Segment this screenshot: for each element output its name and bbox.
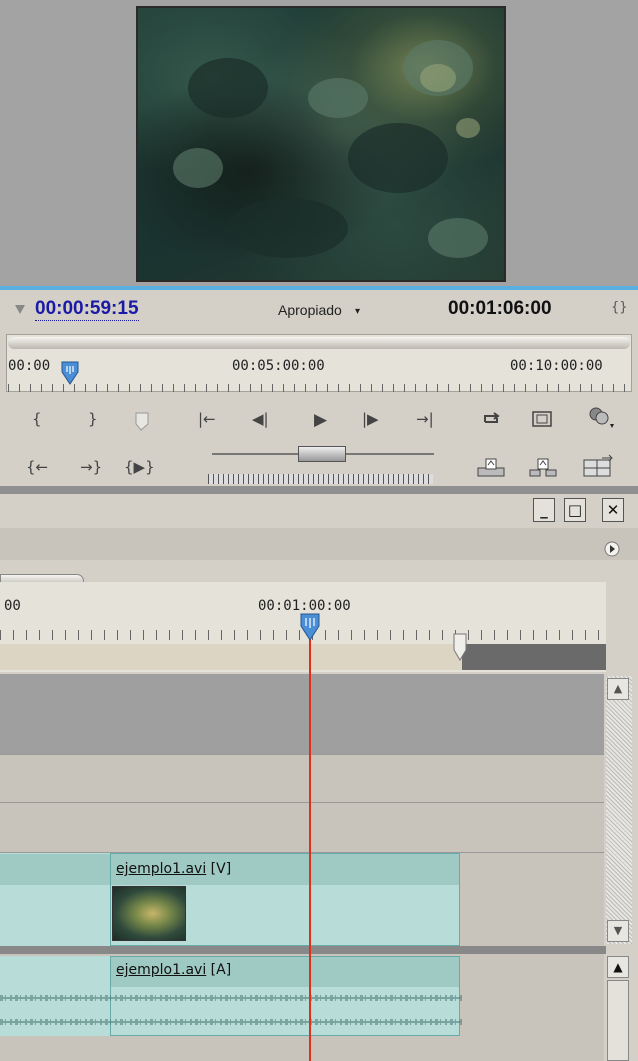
program-monitor-video: [136, 6, 506, 282]
go-to-in-button[interactable]: {←: [26, 458, 48, 476]
audio-waveform: [0, 995, 462, 1025]
audio-clip-label: ejemplo1.avi [A]: [116, 962, 231, 978]
scroll-thumb[interactable]: [607, 980, 629, 1061]
in-out-duration-icon: {}: [611, 300, 628, 315]
set-marker-icon[interactable]: [130, 410, 152, 432]
video-clip-suffix: [V]: [210, 861, 232, 877]
video-track-3[interactable]: [0, 674, 604, 754]
ruler-ticks: [8, 384, 630, 392]
video-clip-label: ejemplo1.avi [V]: [116, 861, 231, 877]
minimize-button[interactable]: _: [533, 498, 555, 522]
audio-clip-suffix: [A]: [210, 962, 232, 978]
work-area-bar[interactable]: [0, 644, 462, 670]
video-track-1-header: [0, 802, 604, 852]
duration-timecode: 00:01:06:00: [448, 298, 552, 319]
extract-icon[interactable]: [528, 456, 558, 480]
monitor-playhead-icon[interactable]: [60, 360, 80, 386]
scroll-up-button[interactable]: ▲: [607, 678, 629, 700]
play-button[interactable]: ▶: [314, 410, 327, 430]
audio-clip-name: ejemplo1.avi: [116, 962, 207, 978]
lift-icon[interactable]: [476, 456, 506, 480]
maximize-button[interactable]: □: [564, 498, 586, 522]
mark-out-button[interactable]: }: [88, 410, 98, 428]
timeline-playhead-line[interactable]: [309, 625, 311, 1061]
video-clip-previous-header: [0, 854, 110, 885]
step-back-button[interactable]: ◀|: [252, 410, 269, 428]
loop-icon[interactable]: [480, 408, 504, 430]
video-track-2[interactable]: [0, 754, 604, 802]
safe-margins-icon[interactable]: [530, 408, 554, 430]
dropdown-arrow-icon[interactable]: ▾: [355, 306, 360, 317]
close-button[interactable]: ✕: [602, 498, 624, 522]
shuttle-control[interactable]: [208, 474, 433, 484]
ruler-label: 00:05:00:00: [232, 358, 325, 374]
viewing-area-bar[interactable]: [8, 337, 630, 349]
work-area-outside: [462, 644, 606, 670]
marker-triangle-icon: [15, 305, 25, 314]
timeline-playhead-icon[interactable]: [299, 612, 321, 642]
current-timecode[interactable]: 00:00:59:15: [35, 298, 139, 321]
video-tracks-scrollbar[interactable]: [606, 676, 632, 944]
mark-in-button[interactable]: {: [32, 410, 42, 428]
go-to-previous-edit-button[interactable]: |←: [198, 410, 216, 428]
jog-handle[interactable]: [298, 446, 346, 462]
scroll-down-button[interactable]: ▼: [607, 920, 629, 942]
step-forward-button[interactable]: |▶: [362, 410, 379, 428]
timeline-toolbar: [0, 560, 606, 582]
video-clip-thumbnail: [112, 886, 186, 941]
trim-icon[interactable]: [582, 454, 614, 480]
timeline-tab-strip: [0, 528, 638, 560]
track-divider: [0, 946, 606, 954]
video-clip-name: ejemplo1.avi: [116, 861, 207, 877]
panel-menu-icon[interactable]: [600, 540, 624, 558]
go-to-out-button[interactable]: →}: [80, 458, 102, 476]
scroll-up-button[interactable]: ▲: [607, 956, 629, 978]
panel-separator: [0, 486, 638, 494]
ruler-label: 00:10:00:00: [510, 358, 603, 374]
ruler-label: 00: [4, 598, 21, 614]
ruler-label: 00:00: [8, 358, 51, 374]
work-area-end-icon[interactable]: [452, 632, 472, 664]
play-in-to-out-button[interactable]: {▶}: [124, 458, 155, 476]
active-panel-highlight: [0, 286, 638, 290]
jog-slider[interactable]: [212, 444, 434, 464]
go-to-next-edit-button[interactable]: →|: [416, 410, 434, 428]
output-icon[interactable]: [586, 404, 616, 430]
zoom-level-select[interactable]: Apropiado: [278, 302, 342, 318]
